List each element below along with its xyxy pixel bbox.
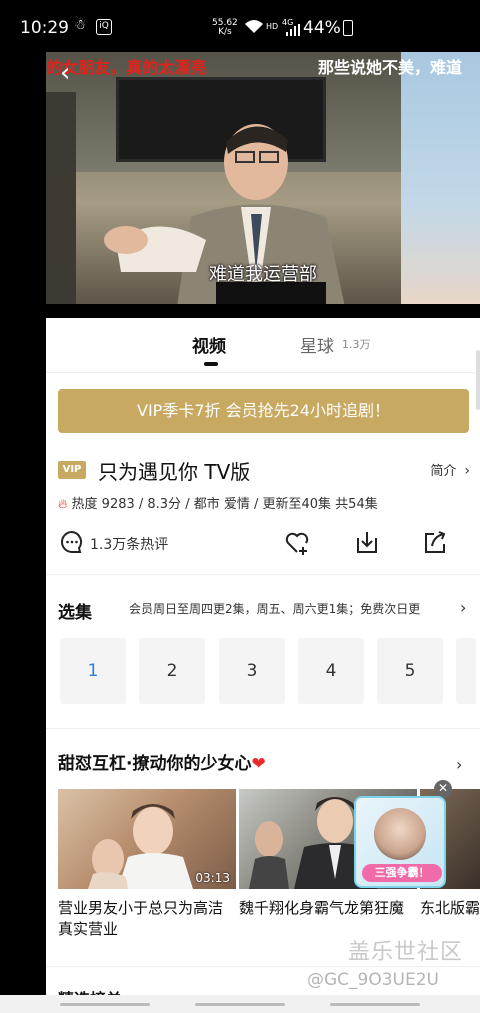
gesture-navbar bbox=[0, 995, 480, 1013]
tab-indicator bbox=[204, 362, 218, 366]
intro-label: 简介 bbox=[430, 464, 457, 479]
watermark-text: 盖乐世社区 bbox=[348, 940, 464, 965]
episode-button[interactable]: 5 bbox=[377, 638, 443, 704]
episode-button[interactable]: 3 bbox=[219, 638, 285, 704]
episode-list: 1 2 3 4 5 bbox=[60, 638, 480, 704]
net-speed: 55.62 K/s bbox=[212, 18, 238, 37]
tab-bar: 视频 星球 1.3万 bbox=[46, 318, 480, 372]
intro-link[interactable]: 简介 › bbox=[430, 460, 470, 479]
heart-add-icon[interactable] bbox=[284, 530, 310, 556]
battery-icon bbox=[343, 20, 353, 36]
battery-percent: 44% bbox=[303, 18, 341, 38]
show-meta-text: 热度 9283 / 8.3分 / 都市 爱情 / 更新至40集 共54集 bbox=[71, 497, 378, 512]
app-notification-icon: ☃ bbox=[73, 17, 87, 33]
divider bbox=[46, 728, 480, 729]
title-row: VIP 只为遇见你 TV版 简介 › bbox=[58, 456, 470, 484]
tab-star-count: 1.3万 bbox=[342, 338, 371, 351]
episode-button[interactable]: 1 bbox=[60, 638, 126, 704]
video-player[interactable]: 的女朋友，真的太漂亮 那些说她不美，难道 ‹ 难道我运营部 bbox=[46, 52, 480, 304]
show-meta: 🔥︎ 热度 9283 / 8.3分 / 都市 爱情 / 更新至40集 共54集 bbox=[58, 493, 378, 512]
ad-avatar bbox=[374, 808, 426, 860]
chevron-right-icon[interactable]: › bbox=[460, 598, 466, 617]
download-icon[interactable] bbox=[354, 530, 380, 556]
action-row: 1.3万条热评 bbox=[58, 528, 470, 562]
nav-gesture-pill[interactable] bbox=[195, 1003, 285, 1006]
recommend-caption[interactable]: 魏千翔化身霸气龙第狂魔 bbox=[239, 898, 411, 919]
video-duration: 03:13 bbox=[195, 871, 230, 885]
notification-icons: ☃ iQ bbox=[72, 17, 112, 35]
back-arrow-icon[interactable]: ‹ bbox=[60, 60, 86, 88]
ad-label: 三强争霸！ bbox=[362, 864, 442, 882]
fire-icon: 🔥︎ bbox=[58, 497, 68, 512]
nav-gesture-pill[interactable] bbox=[330, 1003, 420, 1006]
signal-icon bbox=[286, 24, 300, 36]
episodes-heading: 选集 bbox=[58, 603, 92, 623]
detail-panel: 视频 星球 1.3万 VIP季卡7折 会员抢先24小时追剧！ VIP 只为遇见你… bbox=[46, 318, 480, 1013]
status-bar: 10:29 ☃ iQ 55.62 K/s HD 4G 44% bbox=[0, 0, 480, 52]
wifi-icon bbox=[245, 20, 263, 33]
heart-icon: ❤ bbox=[251, 754, 266, 774]
vip-badge: VIP bbox=[58, 461, 86, 479]
watermark-handle: @GC_9O3UE2U bbox=[307, 970, 439, 990]
iqiyi-notification-icon: iQ bbox=[96, 19, 112, 35]
tab-star[interactable]: 星球 bbox=[300, 332, 334, 357]
comment-icon[interactable] bbox=[60, 530, 84, 554]
recommend-thumbnail[interactable]: 03:13 bbox=[58, 789, 236, 889]
comments-count[interactable]: 1.3万条热评 bbox=[90, 534, 168, 554]
episode-button[interactable]: 4 bbox=[298, 638, 364, 704]
chevron-right-icon[interactable]: › bbox=[456, 755, 462, 774]
player-bottom-bar bbox=[46, 304, 480, 318]
show-title: 只为遇见你 TV版 bbox=[98, 460, 251, 484]
recommend-caption[interactable]: 东北版霸 bbox=[420, 898, 480, 919]
episode-button-partial[interactable] bbox=[456, 638, 476, 704]
scrollbar[interactable] bbox=[476, 350, 480, 410]
vip-promo-banner[interactable]: VIP季卡7折 会员抢先24小时追剧！ bbox=[58, 389, 469, 433]
video-subtitle: 难道我运营部 bbox=[209, 264, 317, 285]
danmaku-right: 那些说她不美，难道 bbox=[318, 58, 463, 77]
chevron-right-icon: › bbox=[464, 463, 470, 479]
recommend-caption[interactable]: 营业男友小于总只为高洁真实营业 bbox=[58, 898, 230, 940]
recommend-heading: 甜怼互杠·撩动你的少女心❤ bbox=[58, 754, 266, 774]
hd-label: HD bbox=[266, 22, 279, 31]
share-icon[interactable] bbox=[422, 530, 448, 556]
floating-ad[interactable]: 三强争霸！ bbox=[354, 796, 446, 888]
episodes-schedule: 会员周日至周四更2集，周五、周六更1集；免费次日更 bbox=[129, 602, 421, 616]
divider bbox=[46, 372, 480, 373]
episode-button[interactable]: 2 bbox=[139, 638, 205, 704]
tab-video[interactable]: 视频 bbox=[192, 332, 226, 357]
status-time: 10:29 bbox=[20, 18, 69, 38]
divider bbox=[46, 574, 480, 575]
nav-gesture-pill[interactable] bbox=[60, 1003, 150, 1006]
divider bbox=[46, 966, 480, 967]
